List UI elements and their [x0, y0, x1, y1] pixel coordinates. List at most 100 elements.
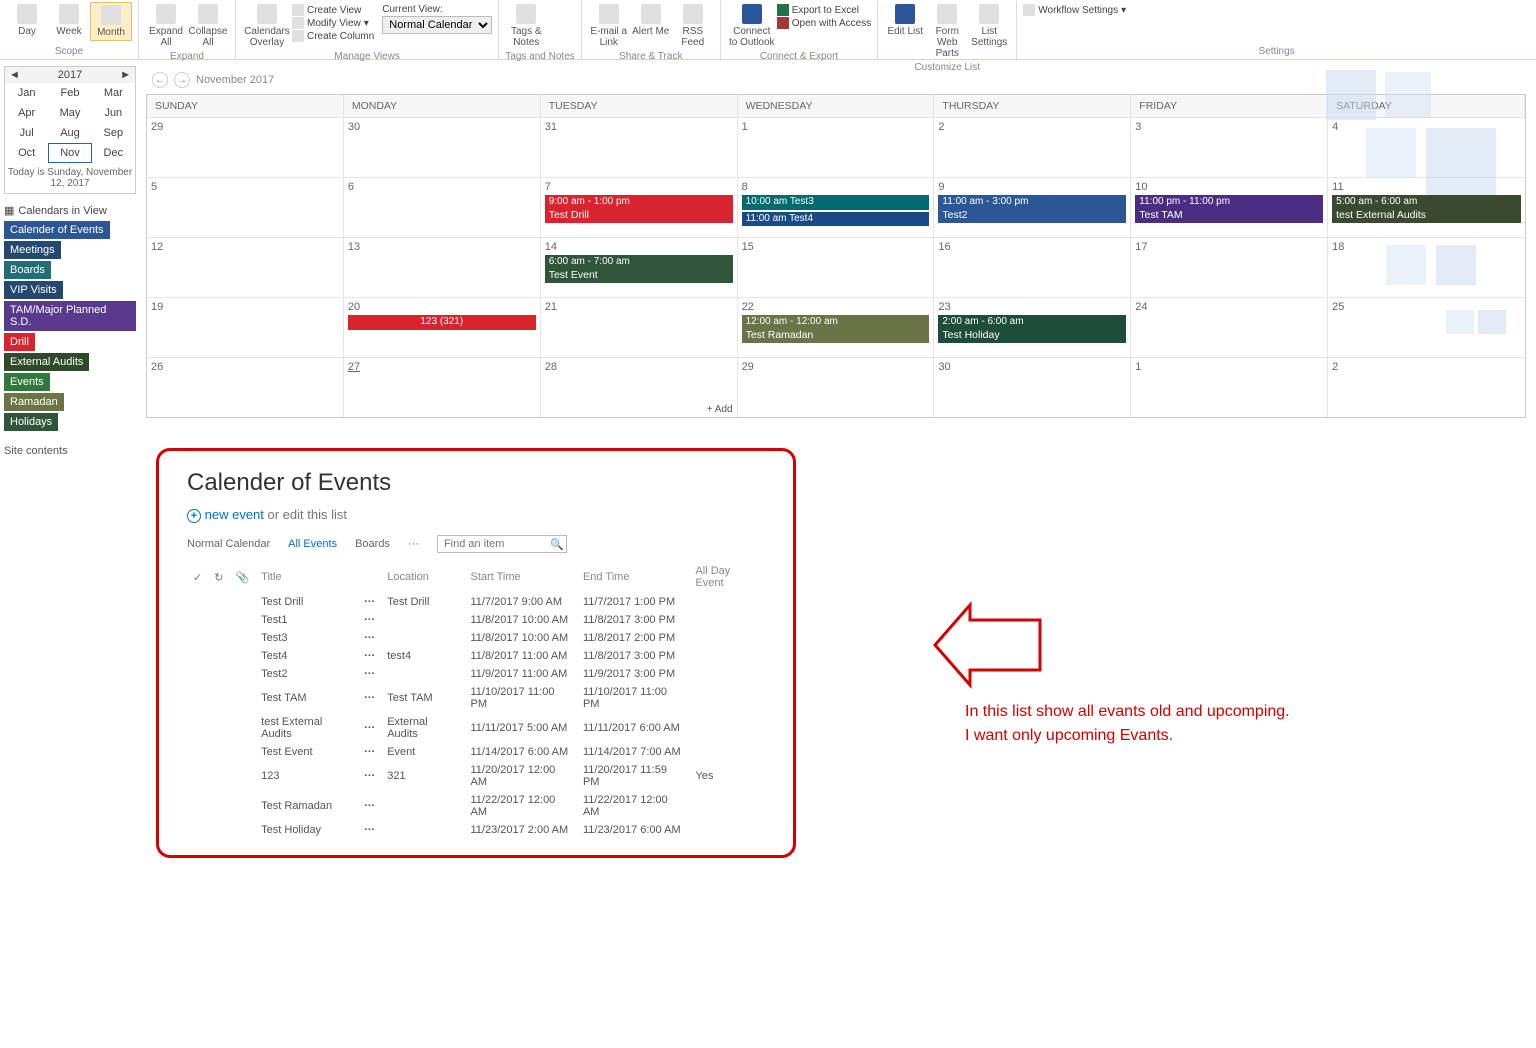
calendar-tag[interactable]: Holidays [4, 413, 58, 431]
day-cell[interactable]: 232:00 am - 6:00 amTest Holiday [934, 298, 1131, 357]
day-cell[interactable]: 26 [147, 358, 344, 417]
day-cell[interactable]: 27 [344, 358, 541, 417]
day-cell[interactable]: 1 [1131, 358, 1328, 417]
day-cell[interactable]: 4 [1328, 118, 1525, 177]
cal-prev[interactable]: ← [152, 72, 168, 88]
day-cell[interactable]: 1 [738, 118, 935, 177]
scope-day[interactable]: Day [6, 2, 48, 39]
day-cell[interactable]: 79:00 am - 1:00 pmTest Drill [541, 178, 738, 237]
mini-month-feb[interactable]: Feb [48, 83, 91, 103]
search-input[interactable] [440, 536, 550, 552]
new-event-link[interactable]: new event [205, 507, 264, 522]
mini-month-jul[interactable]: Jul [5, 123, 48, 143]
search-icon[interactable]: 🔍 [550, 538, 564, 551]
rss-feed[interactable]: RSS Feed [672, 2, 714, 50]
create-view[interactable]: Create View [292, 4, 374, 16]
table-row[interactable]: Test Drill···Test Drill11/7/2017 9:00 AM… [187, 593, 765, 611]
calendar-event[interactable]: 6:00 am - 7:00 amTest Event [545, 255, 733, 283]
tags-notes[interactable]: Tags & Notes [505, 2, 547, 50]
calendar-tag[interactable]: Boards [4, 261, 51, 279]
day-cell[interactable]: 25 [1328, 298, 1525, 357]
open-access[interactable]: Open with Access [777, 17, 871, 29]
next-year[interactable]: ► [120, 69, 131, 81]
current-view-select[interactable]: Normal Calendar [382, 16, 492, 34]
day-cell[interactable]: 12 [147, 238, 344, 297]
table-row[interactable]: Test3···11/8/2017 10:00 AM11/8/2017 2:00… [187, 629, 765, 647]
day-cell[interactable]: 18 [1328, 238, 1525, 297]
col-allday[interactable]: All Day Event [689, 561, 765, 593]
mini-month-jan[interactable]: Jan [5, 83, 48, 103]
collapse-all[interactable]: Collapse All [187, 2, 229, 50]
email-link[interactable]: E-mail a Link [588, 2, 630, 50]
day-cell[interactable]: 19 [147, 298, 344, 357]
table-row[interactable]: Test1···11/8/2017 10:00 AM11/8/2017 3:00… [187, 611, 765, 629]
mini-month-dec[interactable]: Dec [92, 143, 135, 163]
day-cell[interactable]: 2 [1328, 358, 1525, 417]
connect-outlook[interactable]: Connect to Outlook [727, 2, 777, 50]
day-cell[interactable]: 2212:00 am - 12:00 amTest Ramadan [738, 298, 935, 357]
calendar-tag[interactable]: TAM/Major Planned S.D. [4, 301, 136, 331]
day-cell[interactable]: 15 [738, 238, 935, 297]
mini-month-may[interactable]: May [48, 103, 91, 123]
mini-month-apr[interactable]: Apr [5, 103, 48, 123]
list-settings[interactable]: List Settings [968, 2, 1010, 50]
col-title[interactable]: Title [255, 561, 358, 593]
day-cell[interactable]: 31 [541, 118, 738, 177]
mini-month-sep[interactable]: Sep [92, 123, 135, 143]
calendar-event[interactable]: 123 (321) [348, 315, 536, 330]
create-column[interactable]: Create Column [292, 30, 374, 42]
calendar-event[interactable]: 11:00 am Test4 [742, 212, 930, 227]
prev-year[interactable]: ◄ [9, 69, 20, 81]
day-cell[interactable]: 21 [541, 298, 738, 357]
day-cell[interactable]: 810:00 am Test311:00 am Test4 [738, 178, 935, 237]
view-more[interactable]: ··· [408, 538, 419, 550]
col-check[interactable]: ✓ [187, 561, 208, 593]
col-start[interactable]: Start Time [464, 561, 576, 593]
day-cell[interactable]: 1011:00 pm - 11:00 pmTest TAM [1131, 178, 1328, 237]
export-excel[interactable]: Export to Excel [777, 4, 871, 16]
modify-view[interactable]: Modify View ▾ [292, 17, 374, 29]
calendars-overlay[interactable]: Calendars Overlay [242, 2, 292, 50]
day-cell[interactable]: 13 [344, 238, 541, 297]
table-row[interactable]: Test TAM···Test TAM11/10/2017 11:00 PM11… [187, 683, 765, 713]
calendar-tag[interactable]: Calender of Events [4, 221, 110, 239]
table-row[interactable]: Test4···test411/8/2017 11:00 AM11/8/2017… [187, 647, 765, 665]
mini-month-mar[interactable]: Mar [92, 83, 135, 103]
view-normal[interactable]: Normal Calendar [187, 538, 270, 550]
mini-month-aug[interactable]: Aug [48, 123, 91, 143]
view-all-events[interactable]: All Events [288, 538, 337, 550]
col-end[interactable]: End Time [577, 561, 689, 593]
day-cell[interactable]: 24 [1131, 298, 1328, 357]
day-cell[interactable]: 6 [344, 178, 541, 237]
col-location[interactable]: Location [381, 561, 464, 593]
table-row[interactable]: 123···32111/20/2017 12:00 AM11/20/2017 1… [187, 761, 765, 791]
calendar-event[interactable]: 11:00 pm - 11:00 pmTest TAM [1135, 195, 1323, 223]
table-row[interactable]: Test Event···Event11/14/2017 6:00 AM11/1… [187, 743, 765, 761]
day-cell[interactable]: 17 [1131, 238, 1328, 297]
day-cell[interactable]: 115:00 am - 6:00 amtest External Audits [1328, 178, 1525, 237]
calendar-tag[interactable]: Drill [4, 333, 35, 351]
scope-week[interactable]: Week [48, 2, 90, 39]
calendar-tag[interactable]: External Audits [4, 353, 89, 371]
day-cell[interactable]: 5 [147, 178, 344, 237]
calendar-event[interactable]: 11:00 am - 3:00 pmTest2 [938, 195, 1126, 223]
calendar-tag[interactable]: Meetings [4, 241, 61, 259]
calendar-tag[interactable]: VIP Visits [4, 281, 63, 299]
calendar-event[interactable]: 10:00 am Test3 [742, 195, 930, 210]
scope-month[interactable]: Month [90, 2, 132, 41]
day-cell[interactable]: 29 [738, 358, 935, 417]
mini-month-nov[interactable]: Nov [48, 143, 91, 163]
calendar-event[interactable]: 5:00 am - 6:00 amtest External Audits [1332, 195, 1521, 223]
col-attach[interactable]: 📎 [229, 561, 255, 593]
day-cell[interactable]: 30 [934, 358, 1131, 417]
form-web-parts[interactable]: Form Web Parts [926, 2, 968, 61]
table-row[interactable]: Test Holiday···11/23/2017 2:00 AM11/23/2… [187, 821, 765, 839]
calendar-event[interactable]: 9:00 am - 1:00 pmTest Drill [545, 195, 733, 223]
day-cell[interactable]: 29 [147, 118, 344, 177]
table-row[interactable]: Test2···11/9/2017 11:00 AM11/9/2017 3:00… [187, 665, 765, 683]
expand-all[interactable]: Expand All [145, 2, 187, 50]
calendar-tag[interactable]: Ramadan [4, 393, 64, 411]
edit-list[interactable]: Edit List [884, 2, 926, 39]
day-cell[interactable]: 2 [934, 118, 1131, 177]
site-contents[interactable]: Site contents [4, 445, 136, 457]
